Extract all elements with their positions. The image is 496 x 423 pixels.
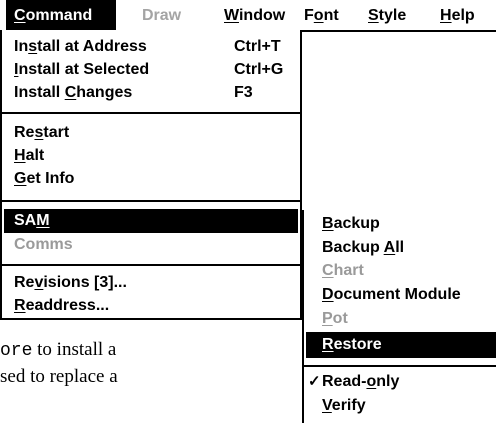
item-text-rest: ot [332,310,348,327]
menu-font-label: nt [323,7,339,24]
menu-command[interactable]: Command [6,0,116,30]
submenu-item-verify[interactable]: Verify [322,394,366,418]
item-text-rest: estore [333,336,382,353]
item-text-rest: ackup [333,215,380,232]
doc-code-fragment: ore [0,341,33,361]
checkmark-icon: ✓ [308,373,321,390]
shortcut-ctrl-t: Ctrl+T [234,38,281,55]
menu-item-restart[interactable]: Restart [14,122,69,144]
item-mnemonic: s [28,38,38,55]
menu-item-install-at-selected[interactable]: Install at Selected [14,59,149,81]
item-mnemonic: M [36,212,50,229]
command-dropdown: Install at Address Ctrl+T Install at Sel… [0,30,302,320]
menu-help[interactable]: Help [432,0,492,30]
item-mnemonic: H [14,147,26,164]
menu-draw-label: Draw [142,7,182,24]
menu-help-mnemonic: H [440,7,452,24]
menu-style-label: tyle [378,7,407,24]
shortcut-f3: F3 [234,84,253,101]
submenu-item-backup-all[interactable]: Backup All [322,236,404,260]
menu-font-pre: F [304,7,314,24]
submenu-item-read-only[interactable]: Read-only [322,370,399,394]
item-text-rest: ocument Module [333,286,461,303]
item-text-rest: nly [376,373,400,390]
item-mnemonic: P [322,310,333,327]
menu-item-comms[interactable]: Comms [14,234,73,256]
menu-font-mnemonic: o [313,7,324,24]
item-text-rest: et Info [26,170,75,187]
submenu-item-chart[interactable]: Chart [322,259,364,283]
item-text-pre: SA [14,212,37,229]
menu-item-sam[interactable]: SAM [14,210,50,232]
menu-window[interactable]: Window [216,0,298,30]
item-text-pre: Comms [14,236,73,253]
doc-text-fragment-2: sed to replace a [0,366,118,387]
item-mnemonic: A [383,239,396,256]
menu-item-install-changes[interactable]: Install Changes [14,82,132,104]
item-text-rest: erify [331,397,366,414]
menu-item-install-at-address[interactable]: Install at Address [14,36,147,58]
menu-separator [2,112,300,114]
doc-text-fragment-1: to install a [32,339,117,360]
submenu-item-restore[interactable]: Restore [322,333,382,357]
menu-help-label: elp [451,7,475,24]
item-text-rest: eaddress... [25,297,110,314]
item-mnemonic: R [322,336,334,353]
item-mnemonic: D [322,286,334,303]
item-mnemonic: o [366,373,377,390]
menu-command-mnemonic: C [14,7,26,24]
shortcut-ctrl-g: Ctrl+G [234,61,284,78]
submenu-item-document-module[interactable]: Document Module [322,283,461,307]
submenu-item-backup[interactable]: Backup [322,212,380,236]
menu-draw[interactable]: Draw [134,0,198,30]
menu-item-get-info[interactable]: Get Info [14,168,74,190]
item-mnemonic: R [14,297,26,314]
item-text-rest: isions [3]... [43,274,127,291]
item-mnemonic: G [14,170,27,187]
sam-submenu: Backup Backup All Chart Document Module … [302,210,496,423]
item-mnemonic: C [64,84,77,101]
item-text-pre: Read- [322,373,367,390]
item-text-pre: Re [14,274,35,291]
menu-separator [2,264,300,266]
doc-line-1: ore to install a [0,339,116,361]
menu-window-label: indow [238,7,286,24]
menu-item-revisions[interactable]: Revisions [3]... [14,272,127,294]
menu-bar: Command Draw Window Font Style Help [0,0,496,32]
item-text-rest: alt [25,147,45,164]
item-text-rest: nstall at Selected [18,61,150,78]
menu-command-label: ommand [25,7,93,24]
item-text-rest: ll [395,239,405,256]
item-text-rest: hanges [76,84,133,101]
submenu-item-pot[interactable]: Pot [322,307,348,331]
item-text-rest: tart [43,124,70,141]
item-text-pre: Re [14,124,35,141]
menu-font[interactable]: Font [296,0,356,30]
menu-item-readdress[interactable]: Readdress... [14,295,109,317]
menu-style[interactable]: Style [360,0,424,30]
item-mnemonic: V [322,397,332,414]
item-text-rest: tall at Address [37,38,147,55]
menu-window-mnemonic: W [224,7,239,24]
item-text-pre: Backup [322,239,384,256]
menu-item-halt[interactable]: Halt [14,145,44,167]
submenu-separator [304,365,496,367]
menu-separator [2,200,300,202]
item-mnemonic: B [322,215,334,232]
item-text-pre: Install [14,84,65,101]
item-mnemonic: C [322,262,334,279]
doc-line-2: sed to replace a [0,366,118,388]
item-text-rest: hart [333,262,364,279]
menu-style-mnemonic: S [368,7,379,24]
item-text-pre: In [14,38,29,55]
